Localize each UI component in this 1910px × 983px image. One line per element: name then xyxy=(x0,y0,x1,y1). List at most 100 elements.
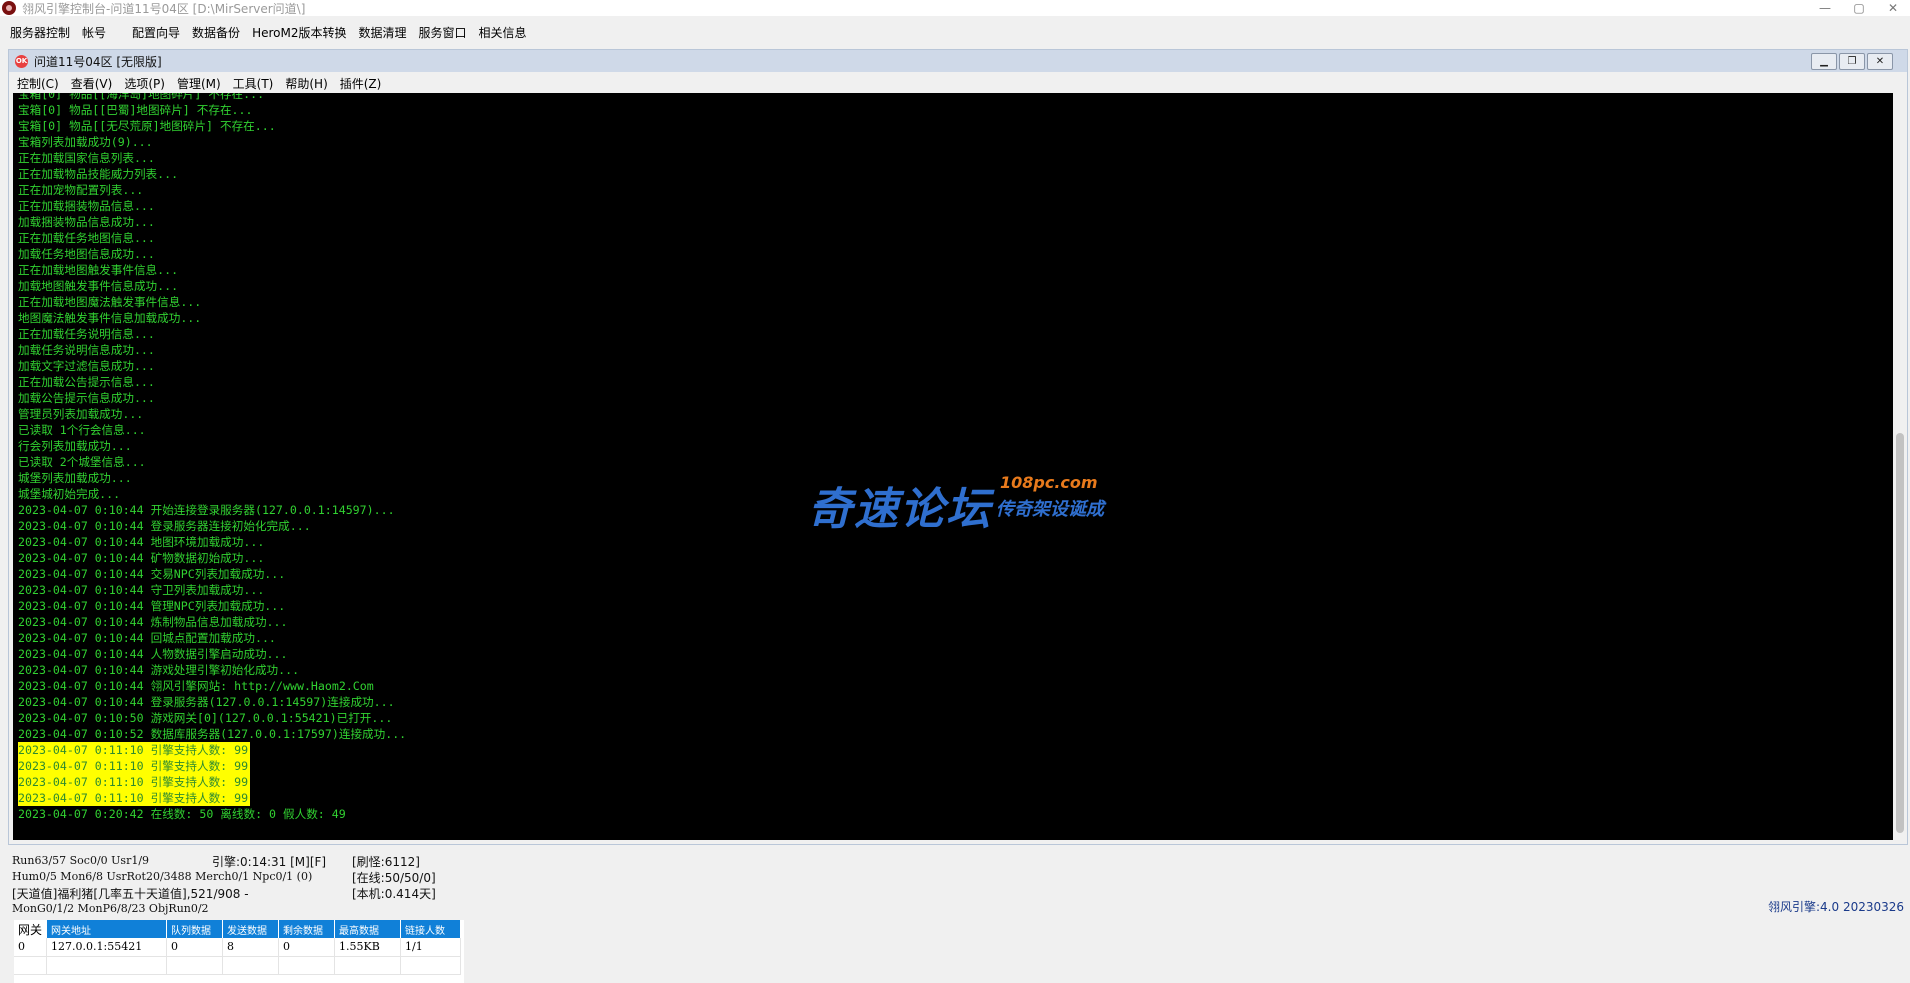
gateway-col-address[interactable]: 网关地址 xyxy=(46,920,168,938)
log-line: 正在加载地图魔法触发事件信息... xyxy=(18,295,202,309)
log-line: 2023-04-07 0:10:44 开始连接登录服务器(127.0.0.1:1… xyxy=(18,503,395,517)
app-logo-icon xyxy=(2,1,16,15)
log-line: 正在加宠物配置列表... xyxy=(18,183,144,197)
menu-account[interactable]: 帐号 xyxy=(76,20,112,46)
child-menu-control[interactable]: 控制(C) xyxy=(9,75,65,92)
log-line: 加载任务说明信息成功... xyxy=(18,343,155,357)
log-line: 加载捆装物品信息成功... xyxy=(18,215,155,229)
log-line-wrapper: 2023-04-07 0:11:10 引擎支持人数: 99 xyxy=(18,774,406,790)
log-line: 宝箱[0] 物品[[海洋岛]地图碎片] 不存在... xyxy=(18,93,265,101)
menu-data-cleanup[interactable]: 数据清理 xyxy=(352,20,412,46)
log-line-wrapper: 2023-04-07 0:11:10 引擎支持人数: 99 xyxy=(18,790,406,806)
menu-service-window[interactable]: 服务窗口 xyxy=(413,20,473,46)
child-menu-help[interactable]: 帮助(H) xyxy=(279,75,333,92)
log-line: 2023-04-07 0:10:44 游戏处理引擎初始化成功... xyxy=(18,663,300,677)
log-line: 已读取 2个城堡信息... xyxy=(18,455,146,469)
log-line: 管理员列表加载成功... xyxy=(18,407,144,421)
log-line-wrapper: 2023-04-07 0:11:10 引擎支持人数: 99 xyxy=(18,742,406,758)
table-row[interactable]: 0 127.0.0.1:55421 0 8 0 1.55KB 1/1 xyxy=(14,938,462,957)
child-window-titlebar: OK 问道11号04区 [无限版] ▁ ❐ ✕ xyxy=(9,50,1907,72)
log-line: 2023-04-07 0:10:44 地图环境加载成功... xyxy=(18,535,265,549)
status-refresh: [刷怪:6112] xyxy=(352,855,420,869)
engine-version: 翎风引擎:4.0 20230326 xyxy=(1768,900,1905,914)
menu-server-control[interactable]: 服务器控制 xyxy=(0,20,76,46)
log-line: 2023-04-07 0:10:44 交易NPC列表加载成功... xyxy=(18,567,286,581)
log-lines: 宝箱[0] 物品[[海洋岛]地图碎片] 不存在... 宝箱[0] 物品[[巴蜀]地… xyxy=(18,93,406,822)
window-titlebar: 翎风引擎控制台-问道11号04区 [D:\MirServer问道\] xyxy=(0,0,1910,16)
gateway-corner-header: 网关 xyxy=(14,920,48,938)
child-menu-manage[interactable]: 管理(M) xyxy=(171,75,227,92)
child-minimize-button[interactable]: ▁ xyxy=(1811,53,1837,70)
log-line: 加载地图触发事件信息成功... xyxy=(18,279,179,293)
log-line: 已读取 1个行会信息... xyxy=(18,423,146,437)
log-line: 2023-04-07 0:10:44 炼制物品信息加载成功... xyxy=(18,615,288,629)
gateway-col-connections[interactable]: 链接人数 xyxy=(400,920,462,938)
child-menu-plugins[interactable]: 插件(Z) xyxy=(334,75,388,92)
log-line: 2023-04-07 0:10:44 人物数据引擎启动成功... xyxy=(18,647,288,661)
child-restore-button[interactable]: ❐ xyxy=(1839,53,1865,70)
watermark-url: 108pc.com xyxy=(1000,473,1098,492)
log-line: 地图魔法触发事件信息加载成功... xyxy=(18,311,202,325)
gateway-col-max[interactable]: 最高数据 xyxy=(334,920,402,938)
log-line: 宝箱[0] 物品[[无尽荒原]地图碎片] 不存在... xyxy=(18,119,276,133)
child-menu-bar: 控制(C) 查看(V) 选项(P) 管理(M) 工具(T) 帮助(H) 插件(Z… xyxy=(9,73,1907,93)
status-local: [本机:0.414天] xyxy=(352,887,436,901)
ok-status-icon: OK xyxy=(15,54,28,68)
child-window-title: 问道11号04区 [无限版] xyxy=(34,54,162,69)
gateway-table: 网关 网关地址 队列数据 发送数据 剩余数据 最高数据 链接人数 0 127.0… xyxy=(14,920,462,975)
log-line: 正在加载地图触发事件信息... xyxy=(18,263,179,277)
status-online: [在线:50/50/0] xyxy=(352,871,436,885)
log-line: 2023-04-07 0:10:44 回城点配置加载成功... xyxy=(18,631,276,645)
log-line: 正在加载公告提示信息... xyxy=(18,375,155,389)
menu-herom2-convert[interactable]: HeroM2版本转换 xyxy=(246,20,352,46)
gateway-header-row: 网关 网关地址 队列数据 发送数据 剩余数据 最高数据 链接人数 xyxy=(14,920,462,938)
scrollbar-thumb[interactable] xyxy=(1896,433,1904,833)
log-line: 宝箱[0] 物品[[巴蜀]地图碎片] 不存在... xyxy=(18,103,253,117)
log-line: 城堡列表加载成功... xyxy=(18,471,132,485)
status-run: Run63/57 Soc0/0 Usr1/9 xyxy=(12,854,150,867)
log-line: 2023-04-07 0:10:44 守卫列表加载成功... xyxy=(18,583,265,597)
gateway-col-sent[interactable]: 发送数据 xyxy=(222,920,280,938)
menu-related-info[interactable]: 相关信息 xyxy=(473,20,533,46)
log-line: 宝箱列表加载成功(9)... xyxy=(18,135,153,149)
log-line: 加载文字过滤信息成功... xyxy=(18,359,155,373)
log-line: 2023-04-07 0:11:10 引擎支持人数: 99 xyxy=(18,790,251,806)
log-line-wrapper: 2023-04-07 0:11:10 引擎支持人数: 99 xyxy=(18,758,406,774)
log-line: 行会列表加载成功... xyxy=(18,439,132,453)
window-close-button[interactable]: ✕ xyxy=(1870,0,1910,16)
gateway-cell-sent: 8 xyxy=(222,938,280,957)
console-scrollbar[interactable] xyxy=(1893,93,1907,840)
menu-data-backup[interactable]: 数据备份 xyxy=(186,20,246,46)
child-menu-options[interactable]: 选项(P) xyxy=(118,75,171,92)
child-menu-tools[interactable]: 工具(T) xyxy=(227,75,280,92)
log-line: 2023-04-07 0:11:10 引擎支持人数: 99 xyxy=(18,742,251,758)
log-line: 正在加载物品技能威力列表... xyxy=(18,167,179,181)
server-child-window: OK 问道11号04区 [无限版] ▁ ❐ ✕ 控制(C) 查看(V) 选项(P… xyxy=(8,49,1908,845)
log-line: 2023-04-07 0:10:44 登录服务器连接初始化完成... xyxy=(18,519,311,533)
status-hum: Hum0/5 Mon6/8 UsrRot20/3488 Merch0/1 Npc… xyxy=(12,870,313,883)
child-close-button[interactable]: ✕ xyxy=(1867,53,1893,70)
log-line: 2023-04-07 0:11:10 引擎支持人数: 99 xyxy=(18,758,251,774)
gateway-col-remaining[interactable]: 剩余数据 xyxy=(278,920,336,938)
gateway-cell-connections: 1/1 xyxy=(400,938,462,957)
status-mon: MonG0/1/2 MonP6/8/23 ObjRun0/2 xyxy=(12,902,209,915)
child-menu-view[interactable]: 查看(V) xyxy=(65,75,119,92)
log-console[interactable]: 宝箱[0] 物品[[海洋岛]地图碎片] 不存在... 宝箱[0] 物品[[巴蜀]地… xyxy=(13,93,1893,840)
forum-watermark: 奇速论坛 108pc.com 传奇架设诞成 xyxy=(808,473,1118,535)
gateway-cell-queue: 0 xyxy=(166,938,224,957)
log-line: 2023-04-07 0:10:44 管理NPC列表加载成功... xyxy=(18,599,286,613)
watermark-slogan: 传奇架设诞成 xyxy=(996,499,1104,520)
gateway-cell-index: 0 xyxy=(14,938,48,957)
status-panel: Run63/57 Soc0/0 Usr1/9 引擎:0:14:31 [M][F]… xyxy=(0,848,1910,918)
log-line: 2023-04-07 0:10:44 矿物数据初始成功... xyxy=(18,551,265,565)
log-line: 2023-04-07 0:20:42 在线数: 50 离线数: 0 假人数: 4… xyxy=(18,807,346,821)
gateway-col-queue[interactable]: 队列数据 xyxy=(166,920,224,938)
menu-config-wizard[interactable]: 配置向导 xyxy=(126,20,186,46)
table-row xyxy=(14,956,462,975)
status-engine-time: 引擎:0:14:31 [M][F] xyxy=(212,855,327,869)
log-line: 2023-04-07 0:10:44 翎风引擎网站: http://www.Ha… xyxy=(18,679,374,693)
gateway-grid[interactable]: 网关 网关地址 队列数据 发送数据 剩余数据 最高数据 链接人数 0 127.0… xyxy=(14,920,464,983)
gateway-cell-remaining: 0 xyxy=(278,938,336,957)
main-menu-bar: 服务器控制 帐号 配置向导 数据备份 HeroM2版本转换 数据清理 服务窗口 … xyxy=(0,20,1910,46)
log-line: 正在加载任务地图信息... xyxy=(18,231,155,245)
